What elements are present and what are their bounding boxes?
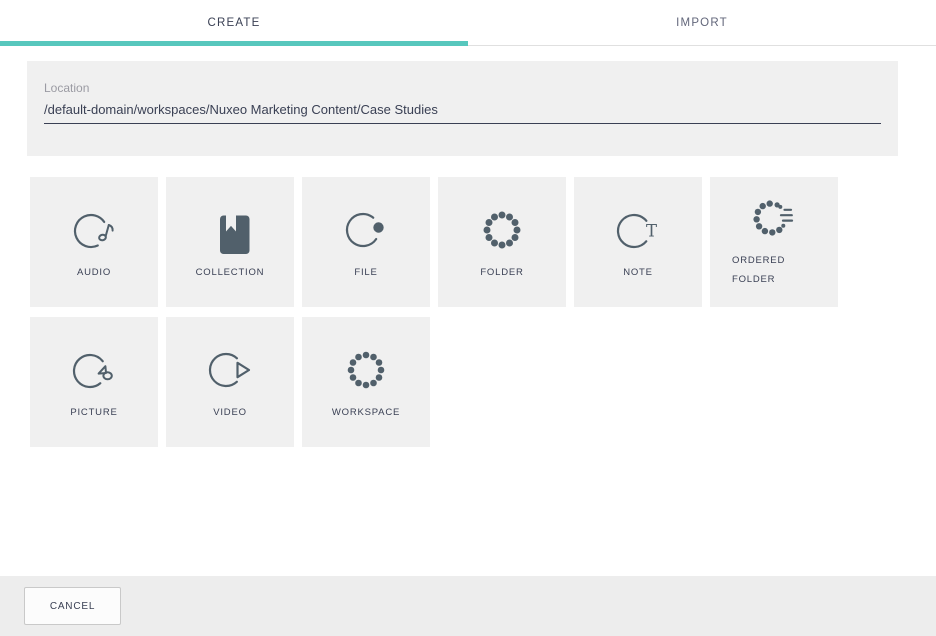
tile-video[interactable]: VIDEO [166,317,294,447]
tile-ordered-folder-label: ORDERED FOLDER [732,252,790,289]
tab-import-label: IMPORT [676,17,728,29]
tab-create[interactable]: CREATE [0,0,468,45]
tab-bar: CREATE IMPORT [0,0,936,46]
location-input[interactable]: /default-domain/workspaces/Nuxeo Marketi… [44,102,881,124]
tile-file[interactable]: FILE [302,177,430,307]
tile-picture[interactable]: PICTURE [30,317,158,447]
tile-ordered-folder[interactable]: ORDERED FOLDER [710,177,838,307]
tile-video-label: VIDEO [213,407,247,418]
folder-icon [478,206,526,254]
tab-create-label: CREATE [208,17,261,29]
tile-note-label: NOTE [623,267,653,278]
svg-text:T: T [646,222,657,241]
video-icon [206,346,254,394]
tile-picture-label: PICTURE [70,407,117,418]
footer-bar: CANCEL [0,576,936,636]
tile-collection-label: COLLECTION [196,267,265,278]
create-document-dialog: CREATE IMPORT Location /default-domain/w… [0,0,936,636]
audio-icon [70,206,118,254]
tile-folder-label: FOLDER [480,267,523,278]
tile-note[interactable]: T NOTE [574,177,702,307]
ordered-folder-icon [750,194,798,242]
tab-import[interactable]: IMPORT [468,0,936,45]
location-panel: Location /default-domain/workspaces/Nuxe… [27,61,898,156]
file-icon [342,206,390,254]
cancel-button[interactable]: CANCEL [24,587,121,625]
tile-collection[interactable]: COLLECTION [166,177,294,307]
location-label: Location [44,81,881,95]
tile-folder[interactable]: FOLDER [438,177,566,307]
tile-audio[interactable]: AUDIO [30,177,158,307]
tile-file-label: FILE [354,267,377,278]
tile-audio-label: AUDIO [77,267,111,278]
note-icon: T [614,206,662,254]
tile-workspace-label: WORKSPACE [332,407,400,418]
tile-workspace[interactable]: WORKSPACE [302,317,430,447]
collection-icon [206,206,254,254]
picture-icon [70,346,118,394]
workspace-icon [342,346,390,394]
document-type-grid: AUDIO COLLECTION FILE [30,177,838,447]
